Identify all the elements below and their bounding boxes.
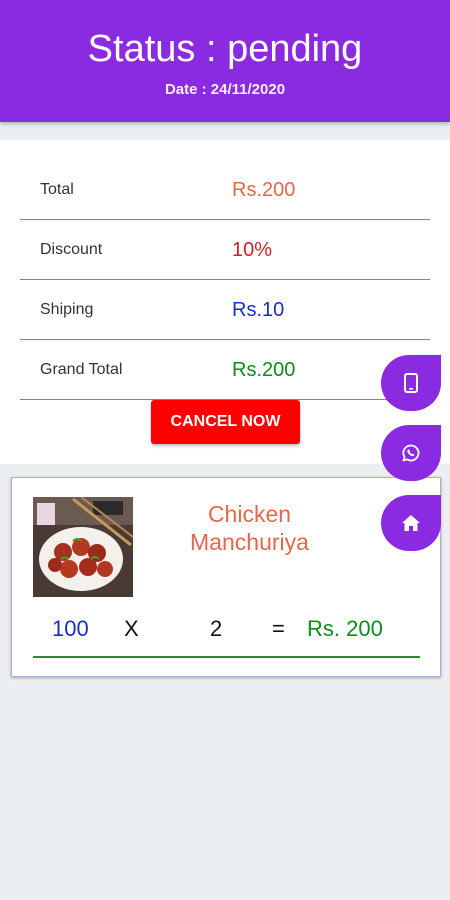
card-divider xyxy=(33,656,420,658)
item-subtotal: Rs. 200 xyxy=(307,616,383,641)
summary-value: 10% xyxy=(232,239,273,261)
item-name-line: Chicken xyxy=(207,501,292,527)
item-price: 100 xyxy=(52,616,89,641)
order-status-title: Status : pending xyxy=(87,28,363,70)
summary-label: Total xyxy=(40,181,74,198)
whatsapp-icon xyxy=(402,444,420,462)
order-date: Date : 24/11/2020 xyxy=(164,81,286,98)
summary-value: Rs.200 xyxy=(232,359,296,381)
summary-row-discount: Discount 10% xyxy=(20,220,430,280)
times-sign: X xyxy=(124,616,139,641)
phone-icon xyxy=(404,373,418,393)
summary-label: Grand Total xyxy=(40,361,123,378)
header-bar: Status : pending Date : 24/11/2020 xyxy=(0,0,450,122)
item-name-line: Manchuriya xyxy=(190,529,309,555)
order-item-card: Chicken Manchuriya 100 X 2 = Rs. 200 xyxy=(11,477,441,677)
phone-fab-button[interactable] xyxy=(381,355,441,411)
cancel-now-button[interactable]: CANCEL NOW xyxy=(151,400,300,444)
summary-row-shipping: Shiping Rs.10 xyxy=(20,280,430,340)
summary-row-grand-total: Grand Total Rs.200 xyxy=(20,340,430,400)
item-name: Chicken Manchuriya xyxy=(162,500,337,556)
home-fab-button[interactable] xyxy=(381,495,441,551)
summary-value: Rs.10 xyxy=(232,299,285,321)
summary-label: Shiping xyxy=(40,301,94,318)
equals-sign: = xyxy=(272,616,285,641)
home-icon xyxy=(401,514,421,532)
summary-label: Discount xyxy=(40,241,103,258)
summary-value: Rs.200 xyxy=(232,179,296,201)
whatsapp-fab-button[interactable] xyxy=(381,425,441,481)
item-quantity: 2 xyxy=(210,616,223,641)
summary-row-total: Total Rs.200 xyxy=(20,160,430,220)
food-thumbnail-image xyxy=(33,497,133,597)
order-summary-panel: Total Rs.200 Discount 10% Shiping Rs.10 … xyxy=(0,140,450,464)
